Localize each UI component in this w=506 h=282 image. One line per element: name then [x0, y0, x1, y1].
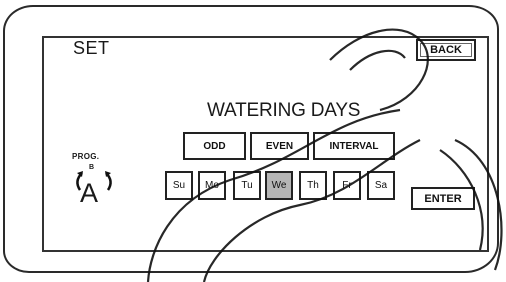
- day-button-wednesday[interactable]: We: [265, 171, 293, 200]
- day-button-monday[interactable]: Mo: [198, 171, 226, 200]
- page-title: SET: [73, 38, 110, 58]
- watering-days-title: WATERING DAYS: [207, 100, 361, 121]
- day-button-friday[interactable]: Fr: [333, 171, 361, 200]
- day-button-sunday[interactable]: Su: [165, 171, 193, 200]
- back-button[interactable]: BACK: [416, 39, 476, 61]
- day-button-thursday[interactable]: Th: [299, 171, 327, 200]
- interval-option-button[interactable]: INTERVAL: [313, 132, 395, 160]
- program-current-letter: A: [80, 178, 99, 208]
- program-label: PROG.: [72, 152, 100, 161]
- enter-button[interactable]: ENTER: [411, 187, 475, 210]
- day-button-saturday[interactable]: Sa: [367, 171, 395, 200]
- odd-option-button[interactable]: ODD: [183, 132, 246, 160]
- program-next-label: B: [89, 164, 95, 171]
- day-button-tuesday[interactable]: Tu: [233, 171, 261, 200]
- even-option-button[interactable]: EVEN: [250, 132, 309, 160]
